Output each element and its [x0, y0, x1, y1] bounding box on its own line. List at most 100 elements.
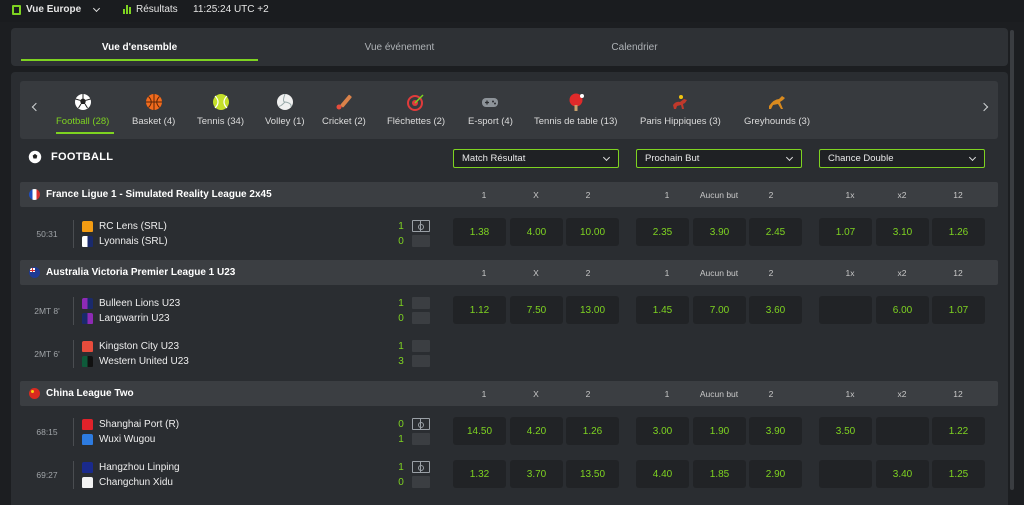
odds-button[interactable]: 1.12	[453, 296, 506, 324]
odds-button[interactable]: 3.90	[749, 417, 802, 445]
odds-button[interactable]: 2.90	[749, 460, 802, 488]
odds-button[interactable]: 3.50	[819, 417, 872, 445]
odds-button[interactable]: 4.20	[510, 417, 563, 445]
home-team[interactable]: Hangzhou Linping	[82, 462, 180, 473]
odds-button[interactable]: 1.45	[636, 296, 689, 324]
sport-tennis[interactable]: Tennis (34)	[197, 93, 244, 127]
volleyball-icon	[276, 93, 293, 110]
shirt-icon	[82, 236, 93, 247]
odds-button[interactable]: 3.10	[876, 218, 929, 246]
column-header: 12	[953, 190, 963, 200]
clock-label: 11:25:24 UTC +2	[193, 4, 269, 15]
chevron-down-icon	[602, 153, 611, 162]
odds-button[interactable]: 7.50	[510, 296, 563, 324]
odds-button[interactable]: 6.00	[876, 296, 929, 324]
sport-football[interactable]: Football (28)	[56, 93, 109, 127]
scrollbar[interactable]	[1010, 30, 1014, 490]
home-team[interactable]: Kingston City U23	[82, 341, 179, 352]
odds-button[interactable]: 1.90	[693, 417, 746, 445]
odds-button[interactable]: 13.00	[566, 296, 619, 324]
view-selector[interactable]: Vue Europe	[12, 4, 101, 15]
sport-table-tennis[interactable]: Tennis de table (13)	[534, 93, 617, 127]
odds-button[interactable]: 1.38	[453, 218, 506, 246]
pitch-icon[interactable]	[412, 461, 430, 473]
league-name: China League Two	[46, 388, 134, 399]
sport-greyhounds[interactable]: Greyhounds (3)	[744, 93, 810, 127]
odds-button[interactable]: 3.70	[510, 460, 563, 488]
away-team[interactable]: Changchun Xidu	[82, 477, 173, 488]
odds-button[interactable]: 13.50	[566, 460, 619, 488]
sport-basketball[interactable]: Basket (4)	[132, 93, 175, 127]
match-time: 68:15	[36, 427, 58, 437]
match-time: 2MT 6'	[34, 349, 60, 359]
odds-button[interactable]: 10.00	[566, 218, 619, 246]
odds-button[interactable]: 1.85	[693, 460, 746, 488]
market-label: Prochain But	[645, 153, 700, 164]
sport-cricket[interactable]: Cricket (2)	[322, 93, 366, 127]
sport-label: Volley (1)	[265, 116, 305, 127]
league-name: France Ligue 1 - Simulated Reality Leagu…	[46, 189, 272, 200]
odds-button[interactable]: 1.32	[453, 460, 506, 488]
home-team[interactable]: Shanghai Port (R)	[82, 419, 179, 430]
top-bar: Vue Europe Résultats 11:25:24 UTC +2	[0, 0, 1024, 22]
chevron-down-icon	[968, 153, 977, 162]
odds-button[interactable]: 4.00	[510, 218, 563, 246]
sport-horse-racing[interactable]: Paris Hippiques (3)	[640, 93, 721, 127]
sport-esport[interactable]: E-sport (4)	[468, 93, 513, 127]
odds-button[interactable]: 3.60	[749, 296, 802, 324]
divider	[73, 220, 74, 248]
odds-button[interactable]: 1.07	[932, 296, 985, 324]
football-icon	[28, 150, 42, 164]
sport-label: Tennis de table (13)	[534, 116, 618, 127]
odds-button[interactable]: 2.35	[636, 218, 689, 246]
section-title: FOOTBALL	[51, 151, 114, 163]
odds-button[interactable]: 3.90	[693, 218, 746, 246]
odds-button[interactable]	[819, 460, 872, 488]
australia-flag-icon	[29, 267, 40, 278]
results-link[interactable]: Résultats	[123, 4, 178, 15]
team-name: Shanghai Port (R)	[99, 419, 180, 430]
market-select-match-result[interactable]: Match Résultat	[453, 149, 619, 168]
odds-button[interactable]: 1.26	[566, 417, 619, 445]
pitch-icon[interactable]	[412, 418, 430, 430]
odds-button[interactable]: 4.40	[636, 460, 689, 488]
away-team[interactable]: Western United U23	[82, 356, 189, 367]
sport-volleyball[interactable]: Volley (1)	[265, 93, 305, 127]
odds-button[interactable]	[876, 417, 929, 445]
shirt-icon	[82, 298, 93, 309]
market-select-next-goal[interactable]: Prochain But	[636, 149, 802, 168]
column-header: X	[533, 190, 539, 200]
stat-box	[412, 235, 430, 247]
column-header: 1x	[845, 268, 855, 278]
market-select-double-chance[interactable]: Chance Double	[819, 149, 985, 168]
odds-button[interactable]: 14.50	[453, 417, 506, 445]
column-header: 2	[768, 190, 774, 200]
league-name: Australia Victoria Premier League 1 U23	[46, 267, 236, 278]
team-name: Kingston City U23	[99, 341, 180, 352]
odds-button[interactable]: 7.00	[693, 296, 746, 324]
away-team[interactable]: Lyonnais (SRL)	[82, 236, 168, 247]
odds-button[interactable]: 1.22	[932, 417, 985, 445]
away-team[interactable]: Langwarrin U23	[82, 313, 170, 324]
odds-button[interactable]	[819, 296, 872, 324]
pitch-icon[interactable]	[412, 220, 430, 232]
odds-button[interactable]: 1.26	[932, 218, 985, 246]
away-team[interactable]: Wuxi Wugou	[82, 434, 155, 445]
sport-darts[interactable]: Fléchettes (2)	[387, 93, 445, 127]
tab-event-view[interactable]: Vue événement	[281, 28, 518, 66]
home-team[interactable]: Bulleen Lions U23	[82, 298, 180, 309]
tab-calendar[interactable]: Calendrier	[516, 28, 753, 66]
sport-label: Fléchettes (2)	[387, 116, 446, 127]
view-icon	[12, 4, 21, 15]
odds-button[interactable]: 3.40	[876, 460, 929, 488]
home-team[interactable]: RC Lens (SRL)	[82, 221, 167, 232]
column-header: 1x	[845, 389, 855, 399]
home-score: 0	[398, 419, 404, 430]
odds-button[interactable]: 2.45	[749, 218, 802, 246]
odds-button[interactable]: 1.07	[819, 218, 872, 246]
odds-button[interactable]: 1.25	[932, 460, 985, 488]
odds-button[interactable]: 3.00	[636, 417, 689, 445]
away-score: 0	[398, 236, 404, 247]
divider	[73, 418, 74, 446]
sport-label: Basket (4)	[132, 116, 176, 127]
